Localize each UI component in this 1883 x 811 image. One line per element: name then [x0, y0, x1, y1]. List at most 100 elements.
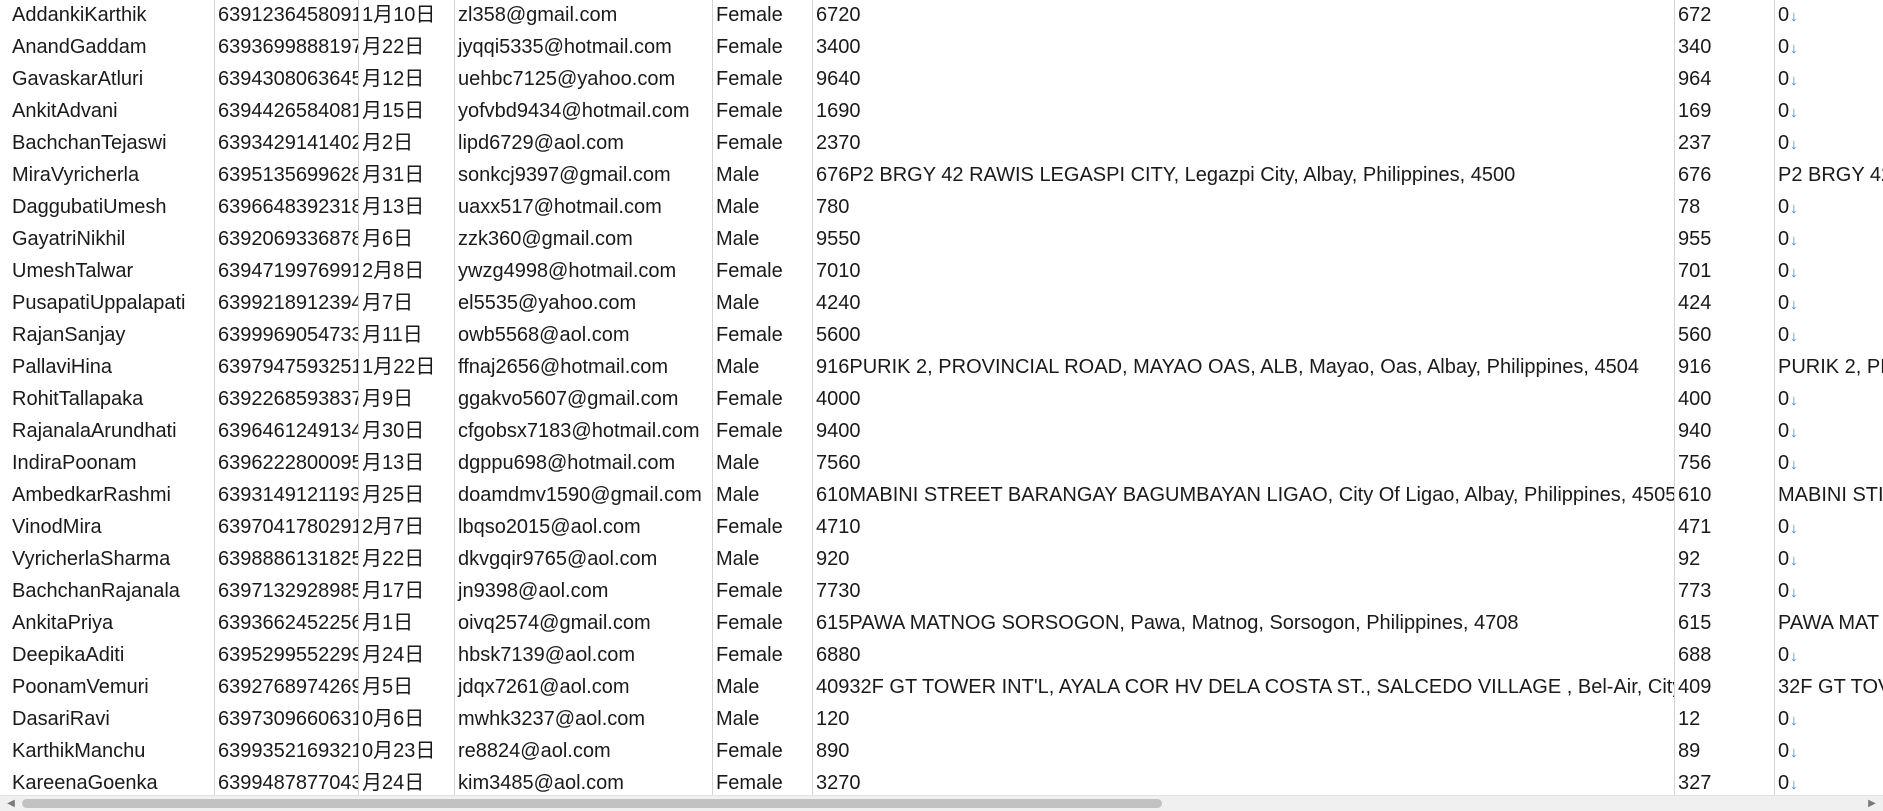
code-short-cell[interactable]: 560	[1674, 320, 1774, 352]
code-short-cell[interactable]: 610	[1674, 480, 1774, 512]
code-short-cell[interactable]: 672	[1674, 0, 1774, 32]
phone-cell[interactable]: 6394719976991	[214, 256, 358, 288]
phone-cell[interactable]: 6394426584081	[214, 96, 358, 128]
code-cell[interactable]: 780	[812, 192, 1674, 224]
down-arrow-icon[interactable]: ↓	[1790, 136, 1798, 153]
name-cell[interactable]: BachchanRajanala	[8, 576, 214, 608]
down-arrow-icon[interactable]: ↓	[1790, 8, 1798, 25]
code-short-cell[interactable]: 327	[1674, 768, 1774, 795]
code-short-cell[interactable]: 756	[1674, 448, 1774, 480]
gender-cell[interactable]: Female	[712, 32, 812, 64]
date-cell[interactable]: 月24日	[358, 768, 454, 795]
phone-cell[interactable]: 6397309660631	[214, 704, 358, 736]
last-cell[interactable]: 0↓	[1774, 768, 1883, 795]
horizontal-scrollbar[interactable]: ◀ ▶	[0, 795, 1883, 811]
email-cell[interactable]: hbsk7139@aol.com	[454, 640, 712, 672]
code-short-cell[interactable]: 916	[1674, 352, 1774, 384]
table-row[interactable]: PusapatiUppalapati 6399218912394 月7日 el5535…	[0, 288, 1883, 320]
date-cell[interactable]: 月22日	[358, 32, 454, 64]
down-arrow-icon[interactable]: ↓	[1790, 776, 1798, 793]
gender-cell[interactable]: Male	[712, 288, 812, 320]
table-row[interactable]: AnandGaddam 6393699888197 月22日 jyqqi5335@ho…	[0, 32, 1883, 64]
down-arrow-icon[interactable]: ↓	[1790, 392, 1798, 409]
name-cell[interactable]: AddankiKarthik	[8, 0, 214, 32]
name-cell[interactable]: VinodMira	[8, 512, 214, 544]
code-short-cell[interactable]: 12	[1674, 704, 1774, 736]
email-cell[interactable]: ffnaj2656@hotmail.com	[454, 352, 712, 384]
table-row[interactable]: MiraVyricherla 6395135699628 月31日 sonkcj939…	[0, 160, 1883, 192]
last-cell[interactable]: PURIK 2, PF	[1774, 352, 1883, 384]
name-cell[interactable]: AnkitAdvani	[8, 96, 214, 128]
code-cell[interactable]: 920	[812, 544, 1674, 576]
name-cell[interactable]: MiraVyricherla	[8, 160, 214, 192]
date-cell[interactable]: 1月22日	[358, 352, 454, 384]
code-cell[interactable]: 40932F GT TOWER INT'L, AYALA COR HV DELA…	[812, 672, 1674, 704]
name-cell[interactable]: DeepikaAditi	[8, 640, 214, 672]
email-cell[interactable]: ggakvo5607@gmail.com	[454, 384, 712, 416]
gender-cell[interactable]: Male	[712, 544, 812, 576]
date-cell[interactable]: 月15日	[358, 96, 454, 128]
gender-cell[interactable]: Male	[712, 352, 812, 384]
code-cell[interactable]: 3270	[812, 768, 1674, 795]
code-short-cell[interactable]: 701	[1674, 256, 1774, 288]
email-cell[interactable]: zzk360@gmail.com	[454, 224, 712, 256]
code-short-cell[interactable]: 78	[1674, 192, 1774, 224]
last-cell[interactable]: 0↓	[1774, 576, 1883, 608]
name-cell[interactable]: PusapatiUppalapati	[8, 288, 214, 320]
email-cell[interactable]: el5535@yahoo.com	[454, 288, 712, 320]
phone-cell[interactable]: 6391236458091	[214, 0, 358, 32]
phone-cell[interactable]: 6395135699628	[214, 160, 358, 192]
name-cell[interactable]: AnandGaddam	[8, 32, 214, 64]
code-cell[interactable]: 9550	[812, 224, 1674, 256]
phone-cell[interactable]: 6399969054733	[214, 320, 358, 352]
phone-cell[interactable]: 6392768974269	[214, 672, 358, 704]
down-arrow-icon[interactable]: ↓	[1790, 200, 1798, 217]
phone-cell[interactable]: 6397947593251	[214, 352, 358, 384]
date-cell[interactable]: 1月10日	[358, 0, 454, 32]
last-cell[interactable]: MABINI STI	[1774, 480, 1883, 512]
last-cell[interactable]: 0↓	[1774, 224, 1883, 256]
table-row[interactable]: RajanSanjay 6399969054733 月11日 owb5568@aol.…	[0, 320, 1883, 352]
code-short-cell[interactable]: 955	[1674, 224, 1774, 256]
email-cell[interactable]: sonkcj9397@gmail.com	[454, 160, 712, 192]
table-row[interactable]: RajanalaArundhati 6396461249134 月30日 cfgobs…	[0, 416, 1883, 448]
code-cell[interactable]: 916PURIK 2, PROVINCIAL ROAD, MAYAO OAS, …	[812, 352, 1674, 384]
phone-cell[interactable]: 6393699888197	[214, 32, 358, 64]
code-cell[interactable]: 615PAWA MATNOG SORSOGON, Pawa, Matnog, S…	[812, 608, 1674, 640]
gender-cell[interactable]: Male	[712, 160, 812, 192]
email-cell[interactable]: ywzg4998@hotmail.com	[454, 256, 712, 288]
gender-cell[interactable]: Female	[712, 640, 812, 672]
table-row[interactable]: AnkitaPriya 6393662452256 月1日 oivq2574@gmai…	[0, 608, 1883, 640]
down-arrow-icon[interactable]: ↓	[1790, 552, 1798, 569]
table-row[interactable]: DeepikaAditi 6395299552299 月24日 hbsk7139@ao…	[0, 640, 1883, 672]
down-arrow-icon[interactable]: ↓	[1790, 456, 1798, 473]
name-cell[interactable]: AmbedkarRashmi	[8, 480, 214, 512]
table-row[interactable]: GayatriNikhil 6392069336878 月6日 zzk360@gmai…	[0, 224, 1883, 256]
code-cell[interactable]: 9400	[812, 416, 1674, 448]
phone-cell[interactable]: 6396648392318	[214, 192, 358, 224]
table-row[interactable]: PallaviHina 6397947593251 1月22日 ffnaj2656@h…	[0, 352, 1883, 384]
date-cell[interactable]: 0月23日	[358, 736, 454, 768]
date-cell[interactable]: 月13日	[358, 192, 454, 224]
code-cell[interactable]: 4240	[812, 288, 1674, 320]
phone-cell[interactable]: 6395299552299	[214, 640, 358, 672]
date-cell[interactable]: 2月8日	[358, 256, 454, 288]
table-row[interactable]: VyricherlaSharma 6398886131825 月22日 dkvgqir…	[0, 544, 1883, 576]
down-arrow-icon[interactable]: ↓	[1790, 232, 1798, 249]
down-arrow-icon[interactable]: ↓	[1790, 424, 1798, 441]
code-cell[interactable]: 1690	[812, 96, 1674, 128]
email-cell[interactable]: doamdmv1590@gmail.com	[454, 480, 712, 512]
table-row[interactable]: AnkitAdvani 6394426584081 月15日 yofvbd9434@h…	[0, 96, 1883, 128]
gender-cell[interactable]: Female	[712, 608, 812, 640]
code-cell[interactable]: 2370	[812, 128, 1674, 160]
phone-cell[interactable]: 6399218912394	[214, 288, 358, 320]
email-cell[interactable]: mwhk3237@aol.com	[454, 704, 712, 736]
last-cell[interactable]: 0↓	[1774, 0, 1883, 32]
email-cell[interactable]: jdqx7261@aol.com	[454, 672, 712, 704]
gender-cell[interactable]: Female	[712, 128, 812, 160]
last-cell[interactable]: 0↓	[1774, 384, 1883, 416]
name-cell[interactable]: PallaviHina	[8, 352, 214, 384]
table-row[interactable]: KareenaGoenka 6399487877043 月24日 kim3485@ao…	[0, 768, 1883, 795]
last-cell[interactable]: 0↓	[1774, 736, 1883, 768]
code-short-cell[interactable]: 940	[1674, 416, 1774, 448]
